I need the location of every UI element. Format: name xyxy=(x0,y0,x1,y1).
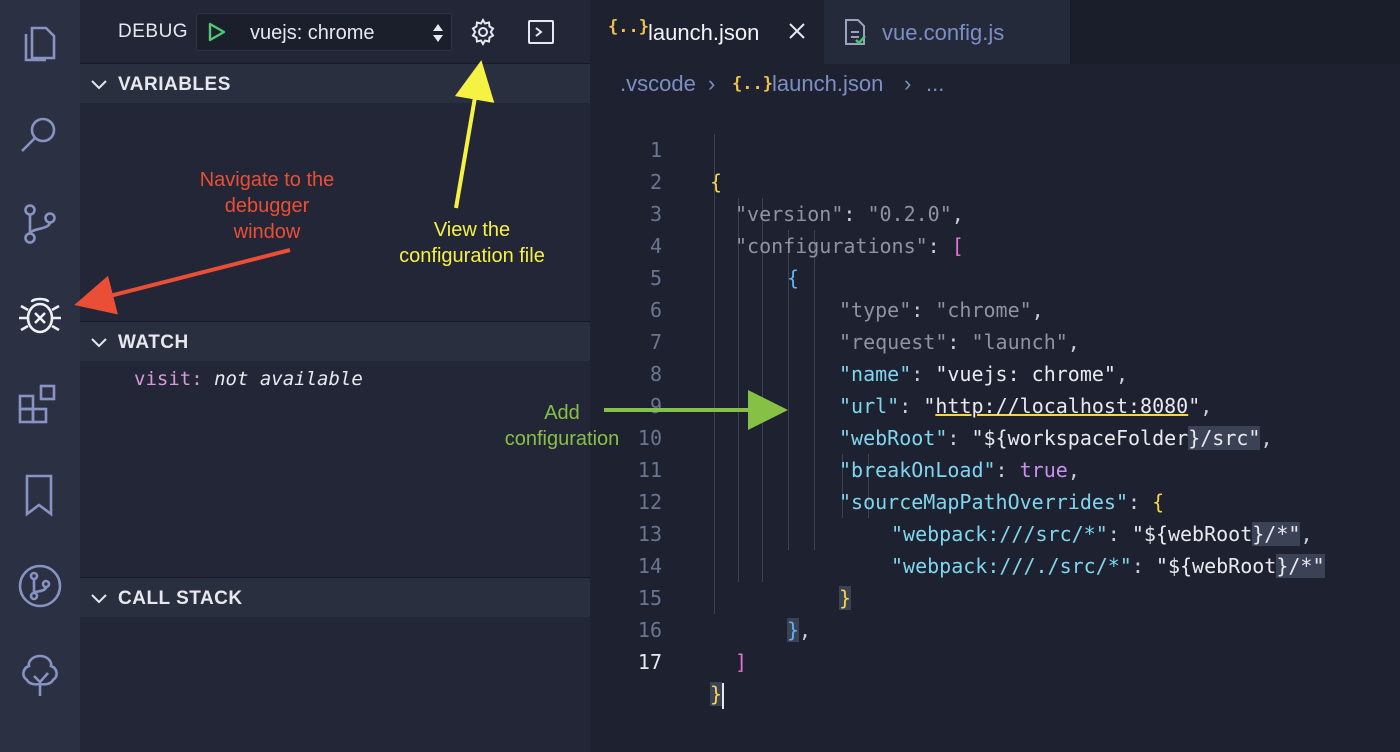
code-line: 7 "name": "vuejs: chrome", xyxy=(590,294,1400,386)
variables-title: VARIABLES xyxy=(118,74,231,95)
git-graph-icon[interactable] xyxy=(14,560,66,612)
play-icon xyxy=(208,22,226,42)
configuration-select[interactable]: vuejs: chrome xyxy=(196,13,452,51)
code-line: 15 }, xyxy=(590,550,1400,642)
chevron-right-icon: › xyxy=(708,71,716,96)
chevron-right-icon: › xyxy=(904,71,912,96)
configuration-select-value: vuejs: chrome xyxy=(250,22,375,44)
code-line: 5 "type": "chrome", xyxy=(590,230,1400,322)
chevron-down-icon xyxy=(91,80,107,90)
editor: {..} launch.json vue.config.js .vscode ›… xyxy=(590,0,1400,752)
text-cursor xyxy=(722,682,725,709)
tab-vue-config[interactable]: vue.config.js xyxy=(824,0,1070,64)
debug-label: DEBUG xyxy=(118,21,189,42)
tab-bar: {..} launch.json vue.config.js xyxy=(590,0,1400,64)
code-line: 6 "request": "launch", xyxy=(590,262,1400,354)
line-number: 17 xyxy=(637,650,662,674)
code-line: 8 "url": "http://localhost:8080", xyxy=(590,326,1400,418)
json-braces-icon: {..} xyxy=(608,17,649,37)
breadcrumb-file[interactable]: launch.json xyxy=(772,71,883,97)
code-line: 9 "webRoot": "${workspaceFolder}/src", xyxy=(590,358,1400,450)
code-line: 2 "version": "0.2.0", xyxy=(590,134,1400,226)
call-stack-section-header[interactable]: CALL STACK xyxy=(80,577,590,617)
code-line: 1 { xyxy=(590,102,1400,194)
code-line: 11 "sourceMapPathOverrides": { xyxy=(590,422,1400,514)
call-stack-title: CALL STACK xyxy=(118,588,243,609)
watch-section-header[interactable]: WATCH xyxy=(80,321,590,361)
debug-sidebar: DEBUG vuejs: chrome VARIABLES WATCH visi… xyxy=(80,0,590,752)
json-braces-icon: {..} xyxy=(732,74,773,94)
debug-console-button[interactable] xyxy=(527,18,555,46)
code-line: 12 "webpack:///src/*": "${webRoot}/*", xyxy=(590,454,1400,546)
tab-label: vue.config.js xyxy=(882,20,1005,45)
select-arrows-icon xyxy=(433,24,443,42)
chevron-down-icon xyxy=(91,594,107,604)
breadcrumb: .vscode › {..} launch.json › ... xyxy=(590,64,1400,102)
watch-expression-value: not available xyxy=(214,368,363,390)
start-debugging-button[interactable] xyxy=(205,21,227,43)
code-line: 13 "webpack:///./src/*": "${webRoot}/*" xyxy=(590,486,1400,578)
bookmark-icon[interactable] xyxy=(14,470,66,522)
debug-toolbar: DEBUG vuejs: chrome xyxy=(80,0,590,64)
source-control-icon[interactable] xyxy=(14,198,66,250)
tab-launch-json[interactable]: {..} launch.json xyxy=(590,0,824,64)
tab-label: launch.json xyxy=(648,20,760,45)
code-line: 14 } xyxy=(590,518,1400,610)
breadcrumb-folder[interactable]: .vscode xyxy=(620,71,696,97)
extensions-icon[interactable] xyxy=(14,380,66,432)
variables-section-header[interactable]: VARIABLES xyxy=(80,63,590,103)
code-line: 3 "configurations": [ xyxy=(590,166,1400,258)
annotation-add-config: Add configuration xyxy=(504,402,620,450)
terminal-icon xyxy=(528,20,554,44)
activity-bar xyxy=(0,0,80,752)
open-launch-json-button[interactable] xyxy=(467,16,499,48)
watch-expression[interactable]: visit: not available xyxy=(134,368,363,390)
code-line: 4 { xyxy=(590,198,1400,290)
file-check-icon xyxy=(845,19,866,45)
annotation-view-config: View the configuration file xyxy=(399,219,545,267)
debug-icon[interactable] xyxy=(14,290,66,342)
watch-title: WATCH xyxy=(118,332,189,353)
code-line: 17 } xyxy=(590,614,1400,709)
code-line: 16 ] xyxy=(590,582,1400,674)
code-line: 10 "breakOnLoad": true, xyxy=(590,390,1400,482)
files-icon[interactable] xyxy=(14,18,66,70)
gear-icon xyxy=(471,17,495,47)
chevron-down-icon xyxy=(91,338,107,348)
annotation-navigate: Navigate to the debugger window xyxy=(199,169,335,243)
watch-expression-name: visit: xyxy=(134,368,203,390)
breadcrumb-more[interactable]: ... xyxy=(926,71,944,97)
search-icon[interactable] xyxy=(14,108,66,160)
close-icon[interactable] xyxy=(786,20,808,42)
tree-icon[interactable] xyxy=(14,650,66,702)
